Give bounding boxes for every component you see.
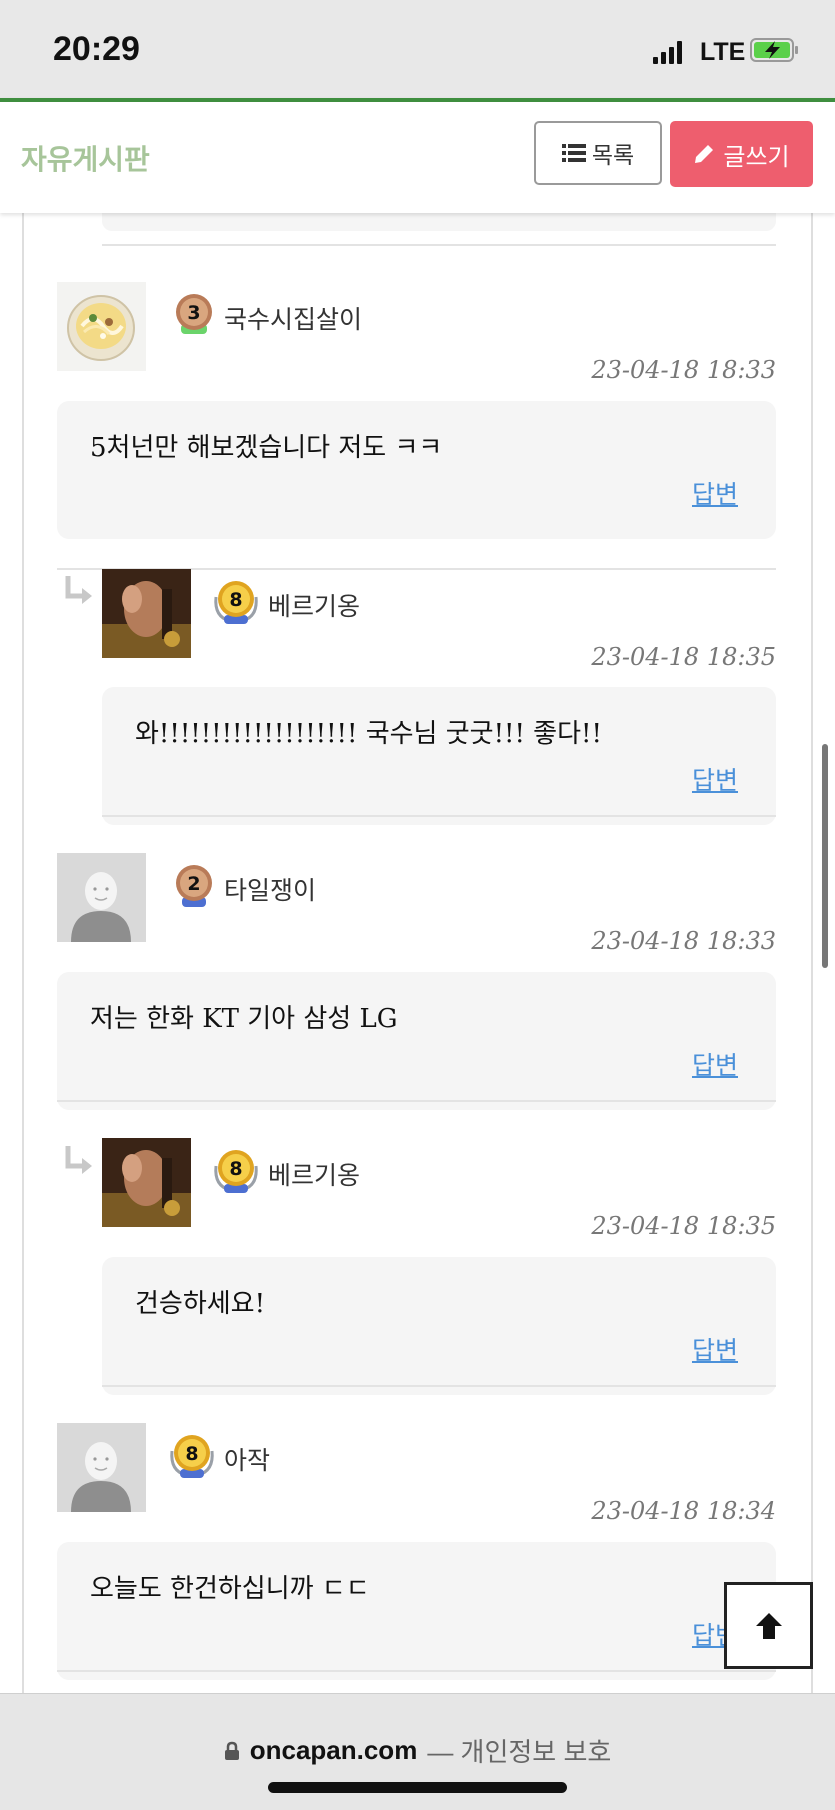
level-number: 3	[187, 302, 200, 324]
comment-item: 3 국수시집살이 23-04-18 18:33 5처넌만 해보겠습니다 저도 ㅋ…	[0, 246, 835, 570]
list-button-label: 목록	[591, 143, 635, 169]
comment-date: 23-04-18 18:35	[591, 1212, 776, 1240]
comment-list: 3 국수시집살이 23-04-18 18:33 5처넌만 해보겠습니다 저도 ㅋ…	[0, 209, 835, 1693]
lock-icon	[224, 1741, 239, 1760]
avatar[interactable]	[57, 1423, 146, 1512]
comment-text: 오늘도 한건하십니까 ㄷㄷ	[90, 1574, 370, 1604]
level-badge-icon: 8	[170, 1435, 214, 1478]
comment-author[interactable]: 베르기옹	[268, 1156, 360, 1192]
write-button[interactable]: 글쓰기	[670, 121, 813, 187]
comment-author[interactable]: 타일쟁이	[224, 871, 316, 907]
reply-link[interactable]: 답변	[692, 1331, 738, 1367]
level-number: 8	[229, 1158, 242, 1180]
status-bar: 20:29 LTE	[0, 0, 835, 98]
reply-arrow-icon	[65, 1146, 92, 1174]
comment-text: 저는 한화 KT 기아 삼성 LG	[90, 1004, 398, 1034]
battery-icon	[750, 38, 798, 62]
comment-author[interactable]: 국수시집살이	[224, 300, 362, 336]
reply-link[interactable]: 답변	[692, 761, 738, 797]
comment-item: 2 타일쟁이 23-04-18 18:33 저는 한화 KT 기아 삼성 LG …	[0, 816, 835, 1110]
comment-text: 건승하세요!	[135, 1289, 266, 1319]
list-icon	[561, 144, 586, 162]
comment-bubble: 와!!!!!!!!!!!!!!!!!!! 국수님 굿굿!!! 좋다!! 답변	[102, 687, 776, 825]
comment-bubble: 저는 한화 KT 기아 삼성 LG 답변	[57, 972, 776, 1110]
avatar[interactable]	[57, 853, 146, 942]
comment-author[interactable]: 베르기옹	[268, 587, 360, 623]
level-badge-icon: 8	[214, 581, 258, 624]
reply-arrow-icon	[65, 576, 92, 604]
default-user-icon	[57, 853, 146, 942]
comment-bubble: 오늘도 한건하십니까 ㄷㄷ 답변	[57, 1542, 776, 1680]
avatar[interactable]	[57, 282, 146, 371]
comment-text: 와!!!!!!!!!!!!!!!!!!! 국수님 굿굿!!! 좋다!!	[135, 719, 602, 749]
comment-item: 8 아작 23-04-18 18:34 오늘도 한건하십니까 ㄷㄷ 답변	[0, 1386, 835, 1680]
user-photo-image	[102, 569, 191, 658]
avatar[interactable]	[102, 569, 191, 658]
reply-comment-item: 8 베르기옹 23-04-18 18:35 건승하세요! 답변	[0, 1101, 835, 1395]
comment-date: 23-04-18 18:33	[591, 356, 776, 384]
level-number: 8	[185, 1443, 198, 1465]
reply-link[interactable]: 답변	[692, 475, 738, 511]
write-button-label: 글쓰기	[723, 142, 790, 171]
scroll-to-top-button[interactable]	[724, 1582, 813, 1669]
comment-text: 5처넌만 해보겠습니다 저도 ㅋㅋ	[90, 433, 443, 463]
level-number: 8	[229, 589, 242, 611]
level-badge-icon: 3	[176, 294, 212, 334]
signal-icon	[653, 40, 683, 64]
pencil-icon	[695, 145, 714, 163]
scrollbar[interactable]	[822, 744, 828, 968]
user-photo-image	[102, 1138, 191, 1227]
comment-date: 23-04-18 18:35	[591, 643, 776, 671]
level-badge-icon: 8	[214, 1150, 258, 1193]
browser-address-bar: oncapan.com — 개인정보 보호	[0, 1693, 835, 1810]
url-domain: oncapan.com	[249, 1735, 418, 1765]
url-line[interactable]: oncapan.com — 개인정보 보호	[0, 1732, 835, 1769]
comment-author[interactable]: 아작	[224, 1441, 270, 1477]
arrow-up-icon	[755, 1612, 782, 1639]
level-number: 2	[187, 873, 200, 895]
comment-date: 23-04-18 18:33	[591, 927, 776, 955]
comment-divider	[57, 1670, 776, 1672]
comment-bubble: 5처넌만 해보겠습니다 저도 ㅋㅋ 답변	[57, 401, 776, 539]
reply-link[interactable]: 답변	[692, 1046, 738, 1082]
comment-bubble: 건승하세요! 답변	[102, 1257, 776, 1395]
noodle-bowl-image	[57, 282, 146, 371]
board-header: 자유게시판 목록 글쓰기	[0, 98, 835, 213]
privacy-label: — 개인정보 보호	[427, 1737, 612, 1767]
reply-comment-item: 8 베르기옹 23-04-18 18:35 와!!!!!!!!!!!!!!!!!…	[0, 531, 835, 825]
avatar[interactable]	[102, 1138, 191, 1227]
list-button[interactable]: 목록	[534, 121, 662, 185]
status-time: 20:29	[53, 30, 140, 68]
home-indicator	[268, 1782, 567, 1793]
level-badge-icon: 2	[176, 865, 212, 907]
network-label: LTE	[700, 38, 746, 66]
default-user-icon	[57, 1423, 146, 1512]
comment-date: 23-04-18 18:34	[591, 1497, 776, 1525]
board-title[interactable]: 자유게시판	[21, 138, 150, 178]
